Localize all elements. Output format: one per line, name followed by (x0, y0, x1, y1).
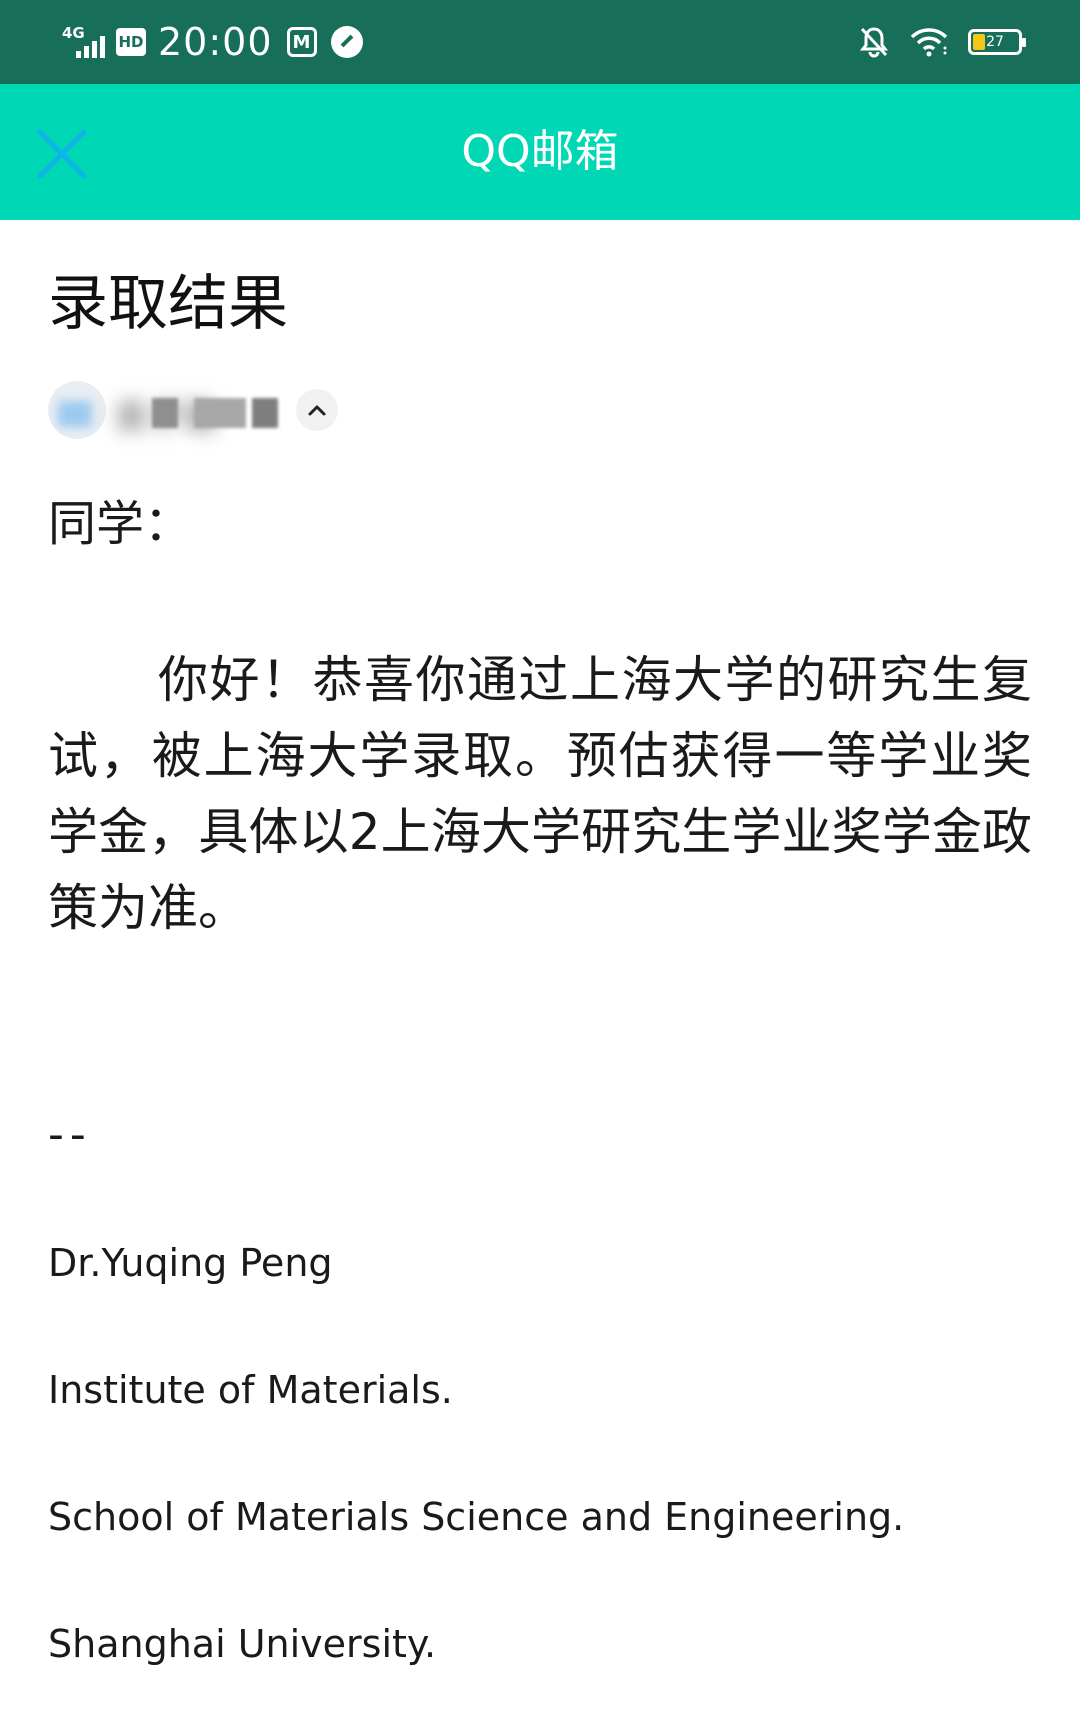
page-title: QQ邮箱 (461, 126, 619, 177)
sender-name[interactable]: 袁子璐 (114, 390, 278, 438)
expand-sender-button[interactable] (296, 389, 338, 431)
status-right: 27 (858, 22, 1026, 62)
signature-line: Dr.Yuqing Peng (48, 1241, 333, 1285)
bell-off-icon (860, 27, 888, 58)
signal-icon: 4G (62, 22, 110, 62)
compass-app-icon (330, 26, 363, 58)
hd-icon: HD (116, 28, 146, 56)
status-bar: 4G HD 20:00 M 27 (0, 0, 1080, 84)
battery-percent: 27 (986, 34, 1004, 50)
signature-line: Institute of Materials. (48, 1368, 453, 1412)
wifi-icon (910, 28, 948, 57)
m-app-icon: M (286, 27, 317, 57)
sender-row[interactable]: 袁子璐 (48, 375, 338, 445)
email-greeting: 同学： (48, 496, 193, 552)
clock: 20:00 (158, 20, 273, 64)
status-left: 4G HD 20:00 M (62, 18, 363, 66)
battery-icon: 27 (968, 29, 1026, 55)
email-body: 你好！恭喜你通过上海大学的研究生复试，被上海大学录取。预估获得一等学业奖学金，具… (48, 651, 1032, 937)
email-subject: 录取结果 (48, 269, 288, 339)
chevron-up-icon (308, 405, 326, 416)
signature-line: Shanghai University. (48, 1622, 437, 1666)
signature-separator: -- (48, 1109, 92, 1160)
sender-avatar[interactable] (48, 381, 106, 439)
signature-line: School of Materials Science and Engineer… (48, 1495, 905, 1539)
app-header: QQ邮箱 (0, 84, 1080, 220)
